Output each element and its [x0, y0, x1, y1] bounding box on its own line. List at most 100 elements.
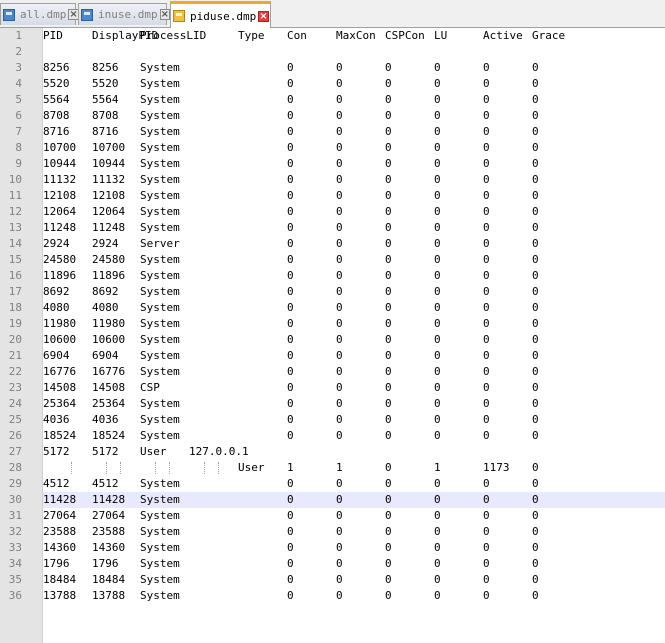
text-line[interactable]: 11428 11428 System 0 0 0 0 0 0: [43, 492, 665, 508]
text-cell: System: [140, 253, 180, 266]
text-line[interactable]: [43, 44, 665, 60]
text-cell: 0: [385, 317, 392, 330]
text-line[interactable]: 25364 25364 System 0 0 0 0 0 0: [43, 396, 665, 412]
text-cell: 0: [336, 365, 343, 378]
text-line[interactable]: 8716 8716 System 0 0 0 0 0 0: [43, 124, 665, 140]
text-line[interactable]: 6904 6904 System 0 0 0 0 0 0: [43, 348, 665, 364]
tab-all-dmp[interactable]: all.dmp ×: [0, 3, 79, 25]
text-cell: Server: [140, 237, 180, 250]
text-line[interactable]: 14508 14508 CSP 0 0 0 0 0 0: [43, 380, 665, 396]
text-cell: 0: [385, 525, 392, 538]
text-cell: 14360: [43, 541, 77, 554]
text-line[interactable]: 18524 18524 System 0 0 0 0 0 0: [43, 428, 665, 444]
text-cell: 0: [483, 125, 490, 138]
text-cell: 5520: [92, 77, 119, 90]
text-cell: System: [140, 477, 180, 490]
text-cell: 0: [287, 77, 294, 90]
text-cell: 0: [336, 541, 343, 554]
text-cell: PID: [43, 29, 63, 42]
text-cell: 0: [385, 93, 392, 106]
text-line[interactable]: PID DisplayPID ProcessLID Type Con MaxCon CSPC…: [43, 28, 665, 44]
line-number: 16: [8, 269, 22, 282]
text-line[interactable]: 8708 8708 System 0 0 0 0 0 0: [43, 108, 665, 124]
text-cell: 0: [287, 61, 294, 74]
text-cell: 8692: [43, 285, 70, 298]
line-number: 23: [8, 381, 22, 394]
tab-label: piduse.dmp: [190, 9, 257, 23]
text-cell: 0: [287, 525, 294, 538]
line-number: 36: [8, 589, 22, 602]
text-cell: 0: [532, 237, 539, 250]
line-number: 26: [8, 429, 22, 442]
text-cell: 0: [483, 413, 490, 426]
text-line[interactable]: 5520 5520 System 0 0 0 0 0 0: [43, 76, 665, 92]
text-cell: 0: [385, 61, 392, 74]
text-line[interactable]: 8692 8692 System 0 0 0 0 0 0: [43, 284, 665, 300]
text-line[interactable]: 4080 4080 System 0 0 0 0 0 0: [43, 300, 665, 316]
text-line[interactable]: 10700 10700 System 0 0 0 0 0 0: [43, 140, 665, 156]
text-cell: 0: [532, 493, 539, 506]
text-cell: 0: [287, 301, 294, 314]
text-line[interactable]: 11248 11248 System 0 0 0 0 0 0: [43, 220, 665, 236]
line-number: 18: [8, 301, 22, 314]
tab-piduse-dmp[interactable]: piduse.dmp ×: [170, 1, 271, 28]
text-cell: 18484: [43, 573, 77, 586]
text-line[interactable]: 24580 24580 System 0 0 0 0 0 0: [43, 252, 665, 268]
text-cell: System: [140, 61, 180, 74]
text-cell: 0: [287, 157, 294, 170]
text-line[interactable]: 16776 16776 System 0 0 0 0 0 0: [43, 364, 665, 380]
text-line[interactable]: 11132 11132 System 0 0 0 0 0 0: [43, 172, 665, 188]
text-line[interactable]: 12108 12108 System 0 0 0 0 0 0: [43, 188, 665, 204]
line-number: 31: [8, 509, 22, 522]
text-line[interactable]: 5564 5564 System 0 0 0 0 0 0: [43, 92, 665, 108]
text-line[interactable]: 1796 1796 System 0 0 0 0 0 0: [43, 556, 665, 572]
text-cell: 0: [483, 365, 490, 378]
line-number: 11: [8, 189, 22, 202]
text-line[interactable]: 4036 4036 System 0 0 0 0 0 0: [43, 412, 665, 428]
text-cell: 0: [385, 381, 392, 394]
text-line[interactable]: 10600 10600 System 0 0 0 0 0 0: [43, 332, 665, 348]
text-line[interactable]: 2924 2924 Server 0 0 0 0 0 0: [43, 236, 665, 252]
text-cell: 0: [336, 221, 343, 234]
text-cell: 0: [287, 269, 294, 282]
text-line[interactable]: 11896 11896 System 0 0 0 0 0 0: [43, 268, 665, 284]
text-cell: 1: [287, 461, 294, 474]
text-cell: System: [140, 141, 180, 154]
text-cell: 0: [483, 253, 490, 266]
text-cell: 0: [483, 589, 490, 602]
text-cell: 0: [287, 413, 294, 426]
text-line[interactable]: 12064 12064 System 0 0 0 0 0 0: [43, 204, 665, 220]
text-cell: 0: [336, 205, 343, 218]
text-line[interactable]: 11980 11980 System 0 0 0 0 0 0: [43, 316, 665, 332]
text-cell: 0: [532, 269, 539, 282]
text-cell: 0: [287, 317, 294, 330]
text-cell: 0: [483, 301, 490, 314]
text-cell: 8716: [43, 125, 70, 138]
text-cell: 4080: [43, 301, 70, 314]
text-line[interactable]: 14360 14360 System 0 0 0 0 0 0: [43, 540, 665, 556]
text-cell: 6904: [43, 349, 70, 362]
text-line[interactable]: 13788 13788 System 0 0 0 0 0 0: [43, 588, 665, 604]
text-line[interactable]: 23588 23588 System 0 0 0 0 0 0: [43, 524, 665, 540]
text-cell: 0: [385, 349, 392, 362]
text-cell: 0: [385, 269, 392, 282]
text-cell: 0: [287, 589, 294, 602]
text-line[interactable]: 5172 5172 User 127.0.0.1: [43, 444, 665, 460]
text-cell: 0: [483, 333, 490, 346]
text-cell: 0: [434, 525, 441, 538]
close-icon[interactable]: ×: [258, 10, 269, 22]
text-line[interactable]: 18484 18484 System 0 0 0 0 0 0: [43, 572, 665, 588]
text-line[interactable]: 27064 27064 System 0 0 0 0 0 0: [43, 508, 665, 524]
text-line[interactable]: User 1 1 0 1 1173 0: [43, 460, 665, 476]
text-line[interactable]: 8256 8256 System 0 0 0 0 0 0: [43, 60, 665, 76]
text-cell: 25364: [92, 397, 126, 410]
tab-inuse-dmp[interactable]: inuse.dmp ×: [78, 3, 170, 25]
text-cell: 6904: [92, 349, 119, 362]
text-editor[interactable]: 1 2 3 4 5 6 7 8 9 10 11 12 13 14 15 16 17 18 19 20 21 22 23 24 2…: [0, 28, 665, 643]
text-cell: 0: [287, 221, 294, 234]
text-line[interactable]: 10944 10944 System 0 0 0 0 0 0: [43, 156, 665, 172]
text-line[interactable]: 4512 4512 System 0 0 0 0 0 0: [43, 476, 665, 492]
close-icon[interactable]: ×: [159, 9, 170, 20]
text-cell: 0: [532, 525, 539, 538]
text-cell: 0: [483, 477, 490, 490]
